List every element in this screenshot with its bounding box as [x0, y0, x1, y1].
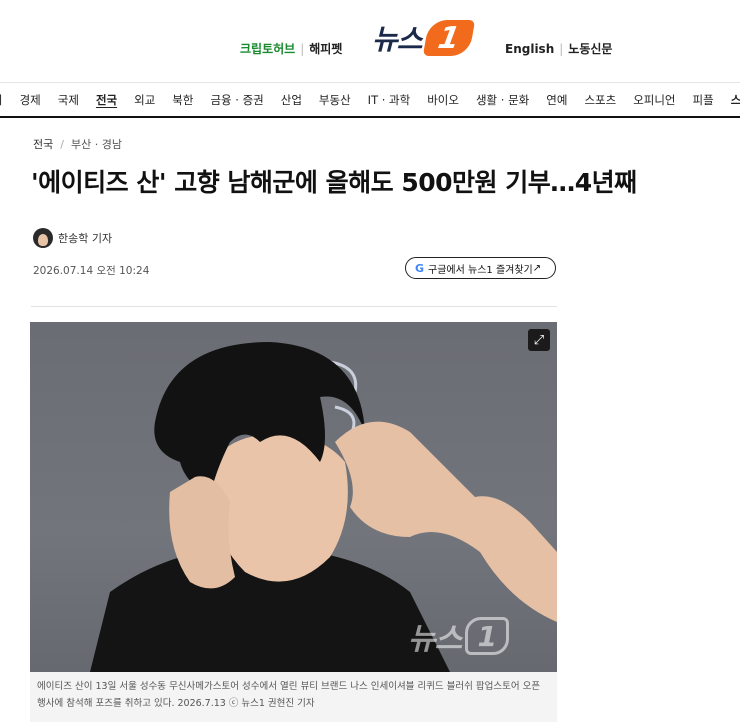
nav-item-industry[interactable]: 산업	[281, 92, 302, 108]
nav-item-diplomacy[interactable]: 외교	[134, 92, 155, 108]
external-arrow-icon: ↗	[532, 262, 542, 274]
photo-caption: 에이티즈 산이 13일 서울 성수동 무신사메가스토어 성수에서 열린 뷰티 브…	[30, 672, 557, 722]
nav-item-it-science[interactable]: IT · 과학	[368, 92, 411, 108]
google-icon: G	[415, 261, 425, 275]
nav-item-society[interactable]: 회	[0, 92, 3, 108]
breadcrumb-section[interactable]: 전국	[33, 136, 53, 152]
happypet-link[interactable]: 해피펫	[309, 40, 342, 57]
photo-watermark: 뉴스 1	[408, 614, 510, 658]
logo-text: 뉴스	[372, 23, 423, 56]
nav-item-people[interactable]: 피플	[693, 92, 714, 108]
nav-item-real-estate[interactable]: 부동산	[319, 92, 351, 108]
header-divider: |	[300, 41, 305, 56]
english-link[interactable]: English	[505, 42, 554, 56]
nav-item-bio[interactable]: 바이오	[427, 92, 459, 108]
nav-item-finance[interactable]: 금융 · 증권	[210, 92, 263, 108]
article-photo[interactable]: ⤢ 뉴스 1	[30, 322, 557, 672]
reporter-avatar[interactable]	[33, 228, 53, 248]
google-favorite-button[interactable]: G 구글에서 뉴스1 즐겨찾기 ↗	[405, 257, 556, 279]
byline: 한송학 기자	[33, 228, 112, 248]
breadcrumb-separator: /	[60, 137, 64, 151]
publish-datetime: 2026.07.14 오전 10:24	[33, 265, 150, 277]
header-right-links: English | 노동신문	[505, 40, 612, 57]
site-header: 크립토허브 | 해피펫 뉴스 1 English | 노동신문	[0, 0, 740, 80]
logo-badge: 1	[422, 20, 475, 56]
header-left-links: 크립토허브 | 해피펫	[240, 40, 342, 57]
expand-icon[interactable]: ⤢	[528, 329, 550, 351]
nav-item-nation[interactable]: 전국	[96, 92, 117, 108]
breadcrumb-subsection[interactable]: 부산 · 경남	[71, 136, 122, 152]
divider	[31, 306, 557, 307]
rodong-link[interactable]: 노동신문	[568, 40, 612, 57]
nav-item-economy[interactable]: 경제	[20, 92, 41, 108]
nav-item-sports[interactable]: 스포츠	[584, 92, 616, 108]
nav-item-entertainment[interactable]: 연예	[546, 92, 567, 108]
article-title: '에이티즈 산' 고향 남해군에 올해도 500만원 기부…4년째	[31, 168, 637, 197]
crypto-hub-link[interactable]: 크립토허브	[240, 40, 295, 57]
watermark-text: 뉴스	[408, 622, 462, 657]
nav-item-more[interactable]: 스	[731, 92, 740, 108]
header-divider: |	[559, 41, 564, 56]
watermark-badge: 1	[465, 617, 510, 655]
nav-item-life-culture[interactable]: 생활 · 문화	[476, 92, 529, 108]
nav-item-north-korea[interactable]: 북한	[172, 92, 193, 108]
nav-item-world[interactable]: 국제	[58, 92, 79, 108]
nav-item-opinion[interactable]: 오피니언	[633, 92, 675, 108]
google-favorite-label: 구글에서 뉴스1 즐겨찾기	[428, 264, 533, 276]
news1-logo[interactable]: 뉴스 1	[372, 18, 475, 58]
category-nav: 회 경제 국제 전국 외교 북한 금융 · 증권 산업 부동산 IT · 과학 …	[0, 82, 740, 118]
breadcrumb: 전국 / 부산 · 경남	[33, 136, 122, 152]
reporter-name[interactable]: 한송학 기자	[58, 230, 112, 246]
